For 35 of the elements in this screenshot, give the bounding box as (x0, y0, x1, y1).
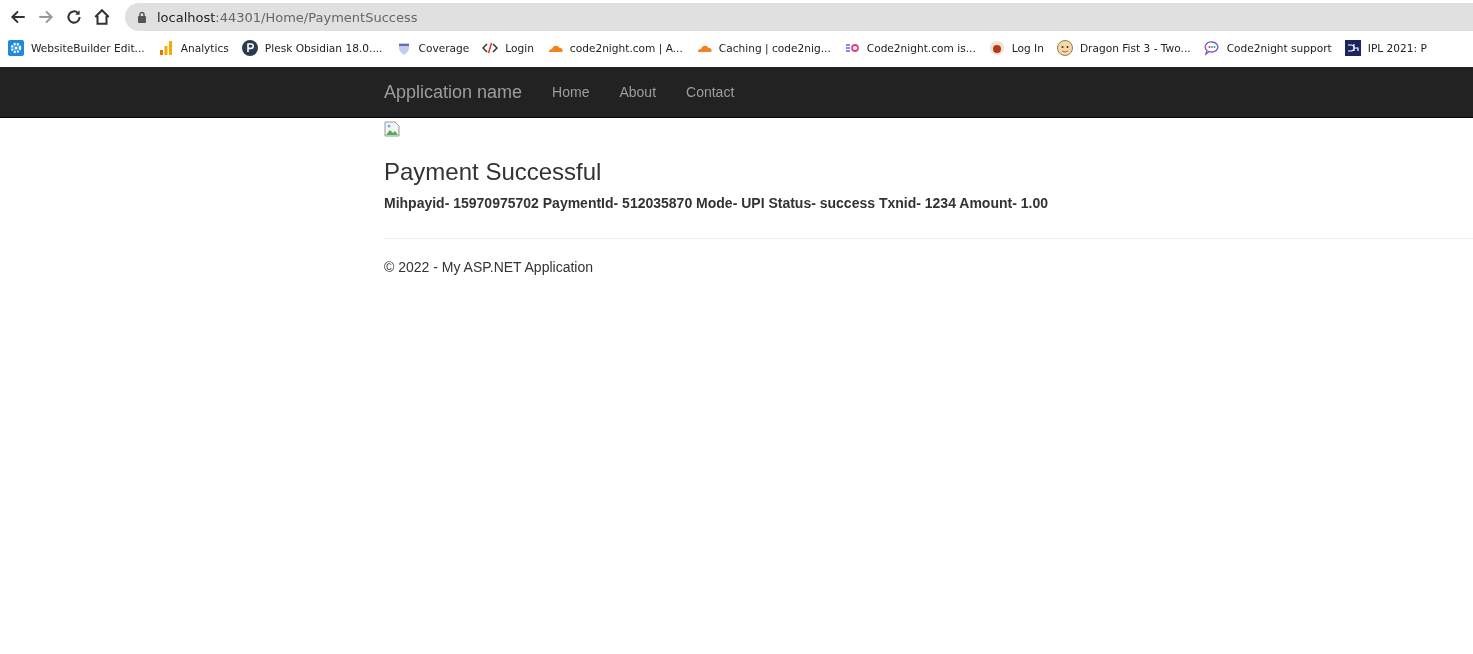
circle-icon (988, 40, 1005, 56)
letter-p-icon (241, 40, 258, 56)
lock-icon (137, 11, 147, 23)
address-bar[interactable]: localhost:44301/Home/PaymentSuccess (125, 3, 1473, 31)
payment-details: Mihpayid- 15970975702 PaymentId- 512035870 Mode- UPI Status- success Txnid- 1234 Amount- 1.00 (384, 195, 1049, 212)
face-icon (1056, 40, 1073, 56)
brand-link[interactable]: Application name (384, 81, 523, 103)
reload-icon[interactable] (65, 8, 83, 26)
bookmark[interactable]: WebsiteBuilder Edit... (8, 40, 145, 56)
page-heading: Payment Successful (384, 159, 603, 186)
broken-image-icon (384, 121, 400, 137)
bookmark[interactable]: Login (482, 40, 534, 56)
nav-link[interactable]: Home (552, 84, 590, 100)
gear-icon (8, 40, 24, 56)
logo-icon (1344, 40, 1361, 56)
bookmark[interactable]: Log In (988, 40, 1044, 56)
back-icon[interactable] (9, 8, 27, 26)
forward-icon[interactable] (37, 8, 55, 26)
code-icon (482, 40, 499, 56)
bookmark[interactable]: Plesk Obsidian 18.0.... (241, 40, 383, 56)
bookmark[interactable]: Caching | code2nig... (695, 40, 831, 56)
bookmark[interactable]: Analytics (157, 40, 229, 56)
chat-bubble-icon (1203, 40, 1220, 56)
bookmark[interactable]: Code2night.com is... (843, 40, 976, 56)
bookmark[interactable]: IPL 2021: P (1344, 40, 1427, 56)
bookmark[interactable]: code2night.com | A... (546, 40, 683, 56)
url-text: localhost:44301/Home/PaymentSuccess (157, 9, 418, 25)
footer-text: © 2022 - My ASP.NET Application (384, 259, 595, 276)
nav-link[interactable]: About (619, 84, 657, 100)
bookmark[interactable]: Coverage (395, 40, 470, 56)
home-icon[interactable] (93, 8, 111, 26)
bookmark[interactable]: Dragon Fist 3 - Two... (1056, 40, 1191, 56)
bar-chart-icon (157, 40, 174, 56)
nav-link[interactable]: Contact (686, 84, 735, 100)
bookmark[interactable]: Code2night support (1203, 40, 1332, 56)
